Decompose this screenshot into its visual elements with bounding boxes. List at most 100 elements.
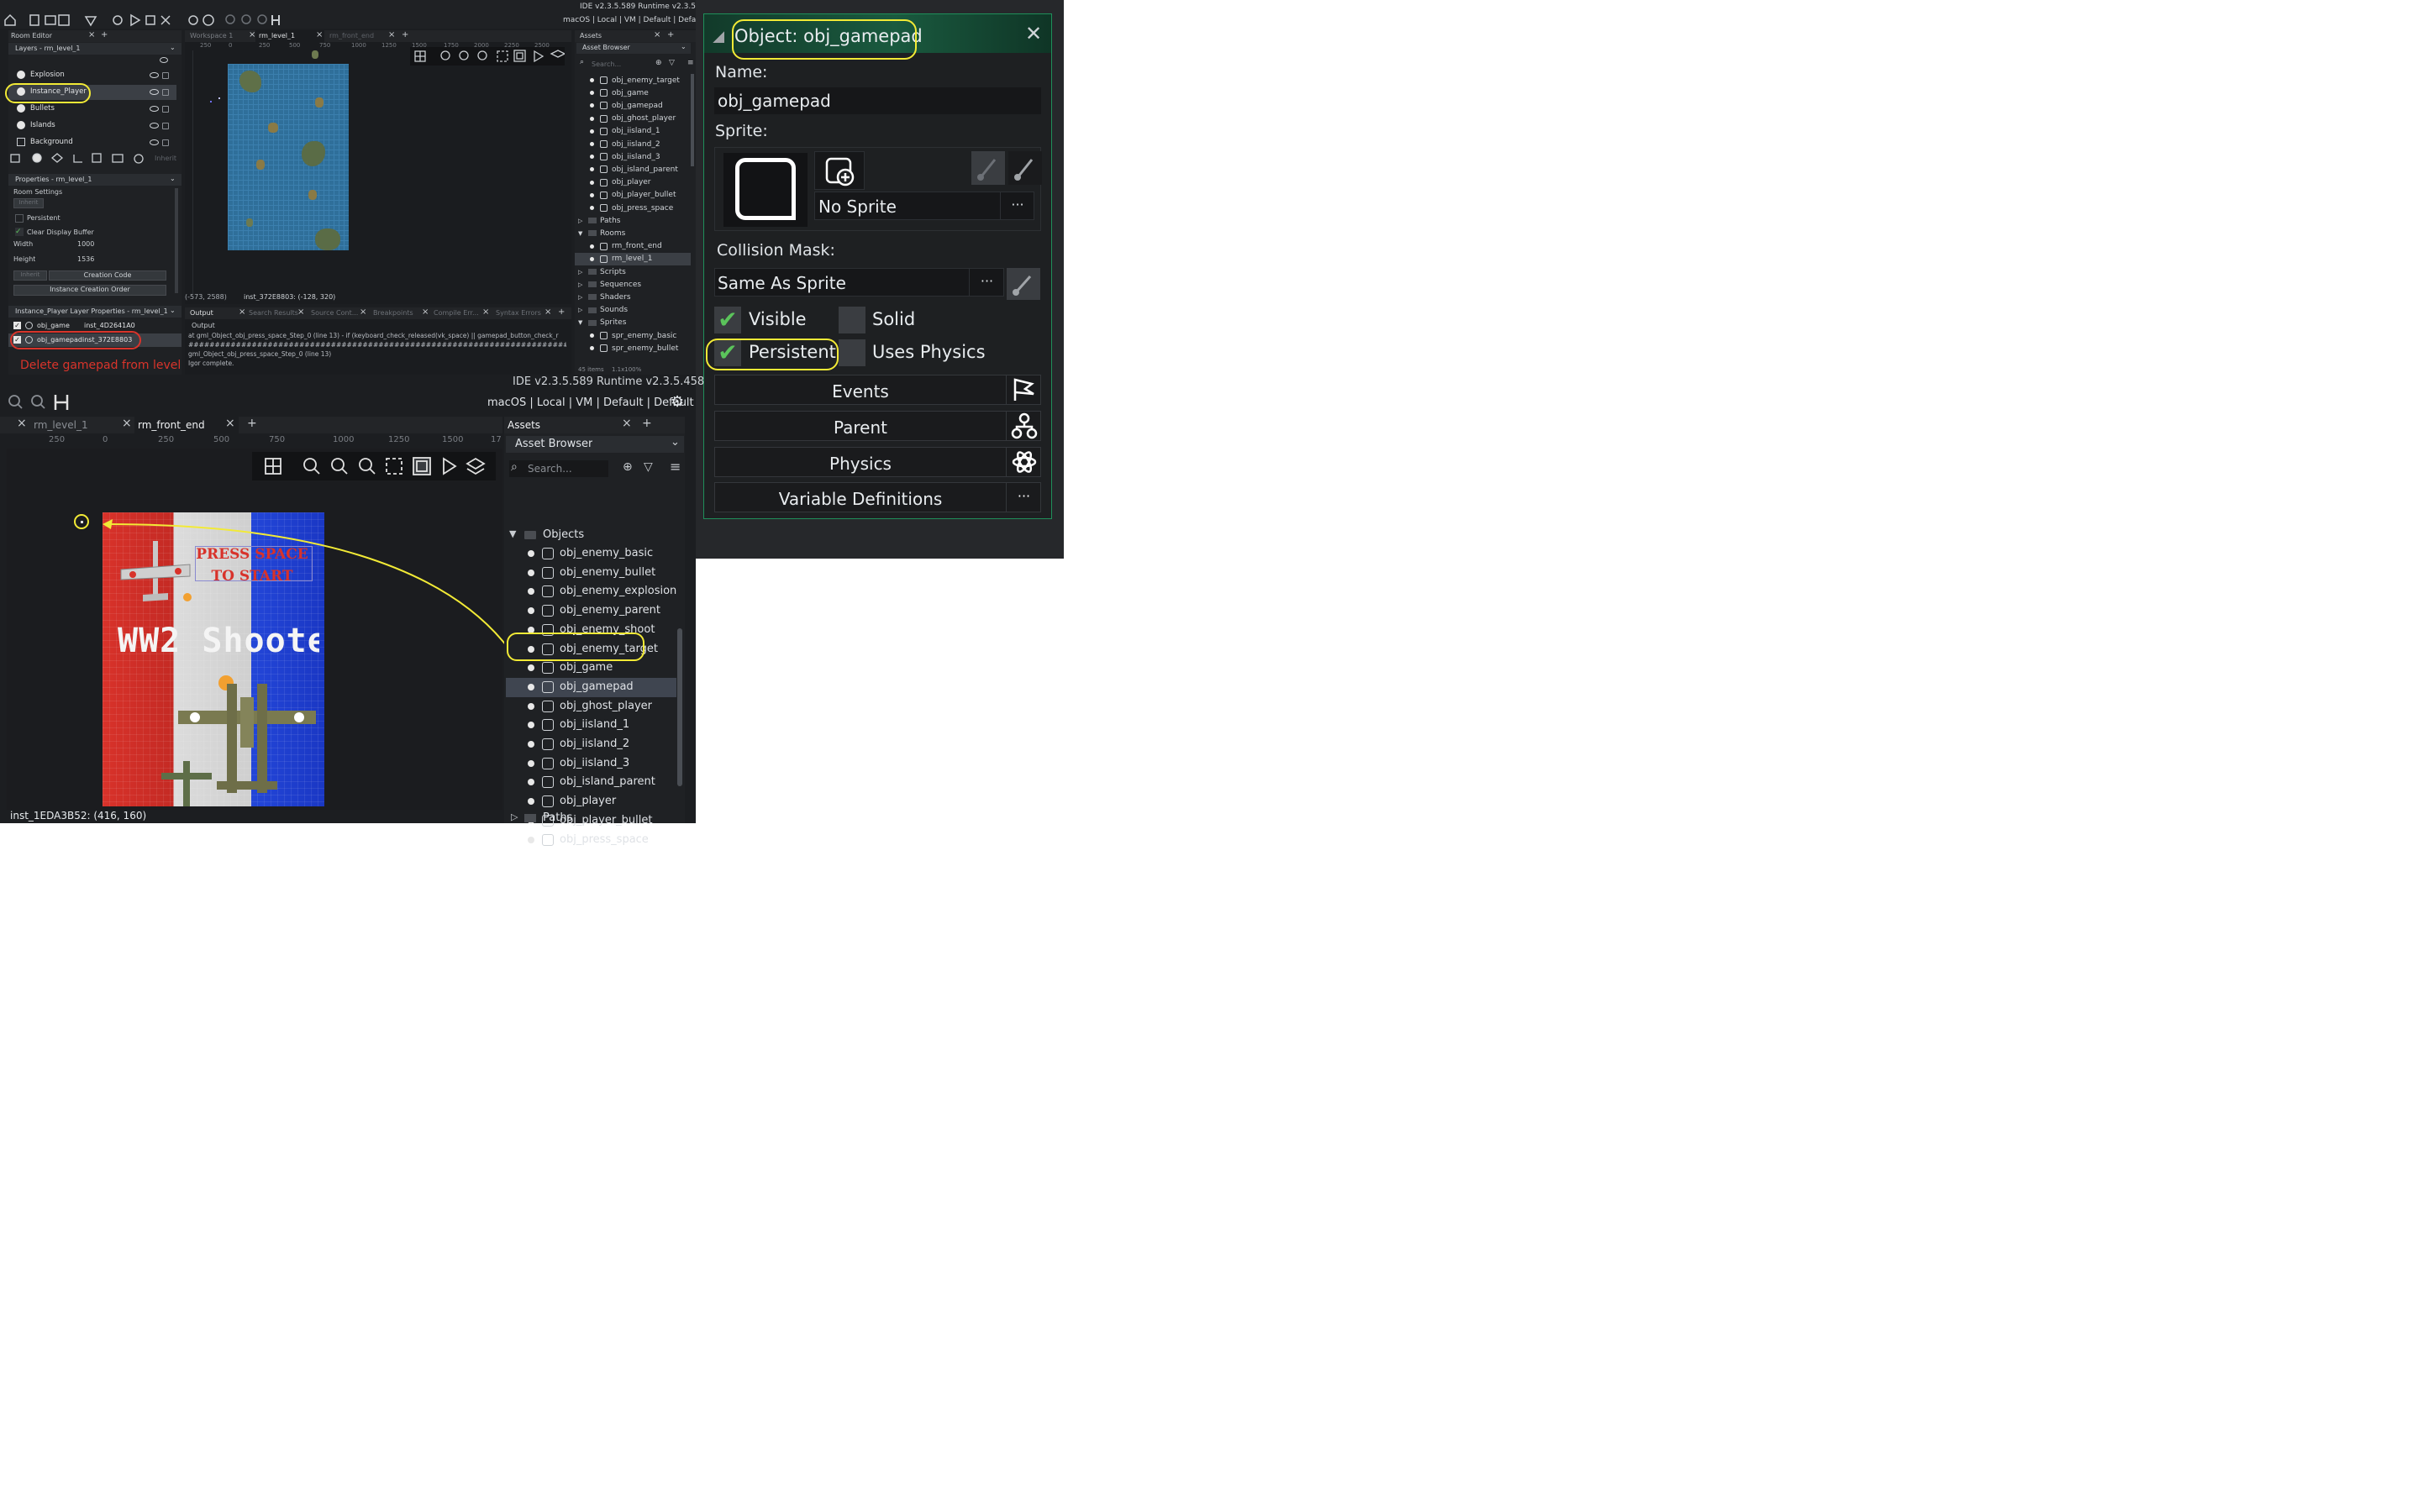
asset-item[interactable]: obj_iisland_1	[506, 716, 676, 735]
asset-item[interactable]: obj_enemy_basic	[506, 544, 676, 564]
chevron-down-icon[interactable]: ⌄	[170, 307, 176, 314]
more-button[interactable]: ···	[969, 269, 1004, 296]
add-tab-icon[interactable]: +	[642, 417, 652, 430]
asset-item[interactable]: obj_iisland_3	[506, 754, 676, 774]
scrollbar[interactable]	[677, 628, 682, 786]
lock-icon[interactable]	[162, 89, 169, 96]
island[interactable]	[315, 97, 324, 108]
room-editor-canvas[interactable]: Workspace 1 × rm_level_1 × rm_front_end …	[185, 30, 571, 304]
layer-row[interactable]: Bullets	[8, 102, 176, 117]
island[interactable]	[268, 123, 278, 133]
close-icon[interactable]: ×	[622, 417, 632, 430]
instance-creation-order-button[interactable]: Instance Creation Order	[13, 285, 166, 296]
eye-icon[interactable]	[150, 123, 159, 129]
island[interactable]	[315, 228, 340, 250]
close-icon[interactable]: ×	[422, 307, 429, 317]
workspace-tab[interactable]: Workspace 1	[190, 32, 233, 39]
output-tab[interactable]: Output	[190, 309, 213, 317]
island[interactable]	[302, 141, 325, 166]
tab-rm-front-end[interactable]: rm_front_end ×	[134, 417, 239, 433]
asset-item[interactable]: obj_ghost_player	[506, 697, 676, 717]
close-icon[interactable]: ×	[122, 417, 132, 430]
add-tab-icon[interactable]: +	[247, 417, 257, 430]
eye-icon[interactable]	[150, 106, 159, 112]
output-tab[interactable]: Compile Err...	[434, 309, 479, 317]
add-tab-icon[interactable]: +	[667, 30, 674, 39]
resize-grip-icon[interactable]	[713, 31, 724, 43]
instance-checkbox[interactable]: ✓	[13, 322, 21, 329]
sprite-select[interactable]: No Sprite ···	[814, 192, 1034, 220]
objects-folder[interactable]: ▼ Objects	[506, 526, 676, 544]
asset-folder[interactable]: ▷ Scripts	[575, 265, 691, 278]
lock-icon[interactable]	[162, 106, 169, 113]
sprite-preview[interactable]	[723, 153, 808, 227]
scrollbar[interactable]	[691, 74, 694, 166]
gamepad-instance-marker[interactable]	[74, 514, 89, 529]
asset-item[interactable]: obj_island_parent	[506, 773, 676, 792]
edit-sprite-button[interactable]	[971, 151, 1005, 185]
eye-icon[interactable]	[160, 57, 168, 64]
asset-item[interactable]: obj_press_space	[506, 831, 676, 850]
asset-item[interactable]: rm_level_1	[575, 252, 691, 265]
assets-tab[interactable]: Assets	[508, 419, 540, 431]
chevron-down-icon[interactable]: ⌄	[170, 44, 176, 51]
menu-icon[interactable]: ≡	[687, 59, 694, 67]
zoom-icons[interactable]	[7, 393, 74, 412]
asset-item[interactable]: obj_iisland_3	[575, 150, 691, 163]
asset-item[interactable]: obj_game	[575, 87, 691, 99]
close-icon[interactable]: ×	[544, 307, 551, 317]
room-settings-label[interactable]: Room Settings	[13, 188, 62, 196]
close-icon[interactable]: ×	[316, 30, 323, 39]
asset-item[interactable]: spr_enemy_basic	[575, 329, 691, 342]
chevron-down-icon[interactable]: ⌄	[671, 436, 680, 449]
room-editor-tab[interactable]: Room Editor	[11, 32, 52, 39]
output-tab[interactable]: Syntax Errors	[496, 309, 541, 317]
eye-icon[interactable]	[150, 139, 159, 145]
layer-row[interactable]: Background	[8, 135, 176, 150]
asset-item[interactable]: obj_gamepad	[506, 677, 676, 697]
paths-folder[interactable]: ▷ Paths	[506, 810, 676, 827]
canvas-tool-icons[interactable]	[252, 452, 496, 480]
tab-rm-front-end[interactable]: rm_front_end	[329, 32, 374, 39]
room-front-end-canvas[interactable]: PRESS SPACE TO START WW2 Shooter	[7, 449, 508, 810]
close-icon[interactable]: ×	[388, 30, 395, 39]
selection-marker[interactable]	[210, 101, 212, 102]
asset-folder[interactable]: ▼ Rooms	[575, 227, 691, 239]
asset-folder[interactable]: ▷ Sequences	[575, 278, 691, 291]
visible-checkbox[interactable]: ✔	[714, 307, 741, 333]
asset-browser-header[interactable]: Asset Browser ⌄	[576, 43, 691, 54]
asset-browser-header[interactable]: Asset Browser ⌄	[506, 436, 684, 453]
add-tab-icon[interactable]: +	[101, 30, 108, 39]
island[interactable]	[256, 160, 265, 170]
uses-physics-checkbox[interactable]	[839, 339, 865, 366]
island[interactable]	[308, 190, 317, 200]
asset-item[interactable]: obj_iisland_2	[575, 138, 691, 150]
output-tab[interactable]: Breakpoints	[373, 309, 413, 317]
edit-sprite-button[interactable]	[1008, 151, 1042, 185]
asset-item[interactable]: obj_player_bullet	[575, 189, 691, 202]
output-tab[interactable]: Search Results	[249, 309, 298, 317]
asset-folder[interactable]: ▷ Shaders	[575, 291, 691, 303]
close-icon[interactable]: ✕	[1025, 23, 1042, 45]
add-tab-icon[interactable]: +	[558, 307, 565, 317]
creation-code-button[interactable]: Creation Code	[49, 270, 166, 281]
tab-rm-level-1[interactable]: rm_level_1	[34, 419, 88, 431]
solid-checkbox[interactable]	[839, 307, 865, 333]
asset-item[interactable]: spr_enemy_bullet	[575, 342, 691, 354]
filter-icon[interactable]: ▽	[669, 59, 675, 67]
asset-item[interactable]: obj_enemy_explosion	[506, 582, 676, 601]
collision-mask-select[interactable]: Same As Sprite ···	[714, 268, 1004, 297]
asset-item[interactable]: obj_ghost_player	[575, 113, 691, 125]
events-button[interactable]: Events	[714, 375, 1041, 405]
scrollbar[interactable]	[175, 188, 178, 293]
assets-tab[interactable]: Assets	[580, 32, 602, 39]
island[interactable]	[239, 71, 261, 92]
close-icon[interactable]: ×	[225, 417, 235, 430]
canvas-tool-icons[interactable]	[410, 47, 565, 66]
edit-mask-button[interactable]	[1007, 268, 1040, 300]
height-value[interactable]: 1536	[77, 255, 94, 263]
add-asset-icon[interactable]: ⊕	[655, 59, 662, 67]
asset-item[interactable]: obj_player	[575, 176, 691, 189]
more-button[interactable]: ···	[1000, 192, 1034, 219]
eye-icon[interactable]	[150, 72, 159, 78]
